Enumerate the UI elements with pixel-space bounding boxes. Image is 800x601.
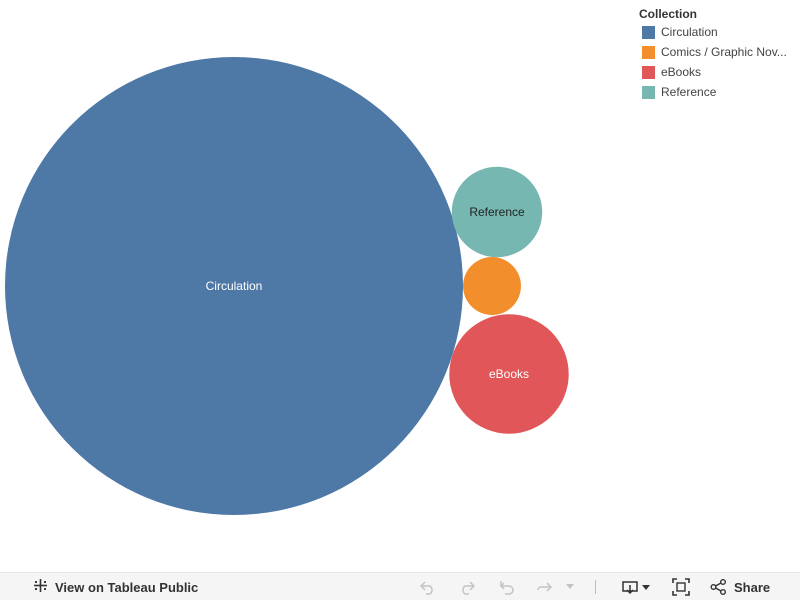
revert-icon[interactable] xyxy=(497,573,517,601)
share-icon xyxy=(710,579,727,595)
dropdown-arrow-icon[interactable] xyxy=(564,573,576,601)
download-icon[interactable] xyxy=(620,573,652,601)
legend-item-reference[interactable]: Reference xyxy=(639,82,797,102)
undo-icon[interactable] xyxy=(418,573,438,601)
legend: Collection Circulation Comics / Graphic … xyxy=(639,6,797,102)
bottom-toolbar: View on Tableau Public Share xyxy=(0,572,800,600)
view-on-tableau-public-link[interactable]: View on Tableau Public xyxy=(32,573,198,601)
bubble-label-circulation: Circulation xyxy=(206,279,263,293)
fullscreen-icon[interactable] xyxy=(671,573,691,601)
legend-label-ebooks: eBooks xyxy=(661,65,702,79)
legend-swatch-ebooks xyxy=(642,65,655,79)
legend-swatch-comics xyxy=(642,45,655,59)
legend-title: Collection xyxy=(639,7,698,21)
share-label: Share xyxy=(734,579,771,595)
legend-label-reference: Reference xyxy=(661,85,717,99)
legend-label-circulation: Circulation xyxy=(661,25,718,39)
bubble-comics-graphic-novels[interactable] xyxy=(463,257,521,315)
view-on-tableau-public-label: View on Tableau Public xyxy=(55,579,199,595)
legend-swatch-circulation xyxy=(642,25,655,39)
redo-icon[interactable] xyxy=(457,573,477,601)
bubble-label-ebooks: eBooks xyxy=(489,367,529,381)
tableau-logo-icon xyxy=(32,577,49,597)
legend-label-comics: Comics / Graphic Nov... xyxy=(661,45,787,59)
share-button[interactable]: Share xyxy=(710,573,772,601)
legend-item-comics[interactable]: Comics / Graphic Nov... xyxy=(639,42,797,62)
bubble-label-reference: Reference xyxy=(469,205,525,219)
legend-swatch-reference xyxy=(642,85,655,99)
toolbar-divider xyxy=(595,580,596,594)
legend-item-circulation[interactable]: Circulation xyxy=(639,22,797,42)
refresh-icon[interactable] xyxy=(534,573,554,601)
legend-item-ebooks[interactable]: eBooks xyxy=(639,62,797,82)
